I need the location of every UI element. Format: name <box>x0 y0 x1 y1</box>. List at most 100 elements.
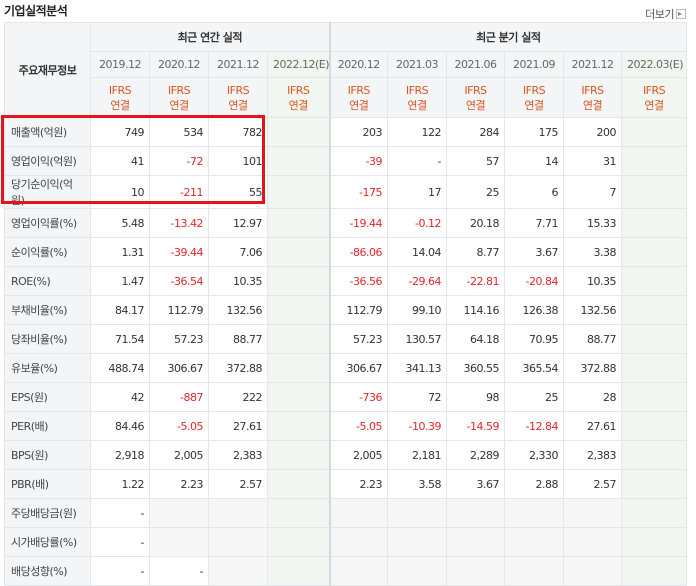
annual-value-cell <box>208 556 268 586</box>
annual-value-cell: 222 <box>208 382 268 412</box>
annual-value-cell: 1.22 <box>90 469 150 499</box>
quarter-value-cell: 122 <box>387 117 448 147</box>
quarter-value-cell: 70.95 <box>504 324 565 354</box>
ifrs-label: IFRS <box>347 83 371 97</box>
annual-value-cell: -72 <box>149 146 209 176</box>
quarter-value-cell <box>328 527 389 557</box>
annual-value-cell: 27.61 <box>208 411 268 441</box>
quarter-value-cell <box>563 527 623 557</box>
quarter-value-cell: 3.67 <box>504 237 565 267</box>
section-title: 기업실적분석 <box>4 4 68 18</box>
row-label: PBR(배) <box>4 469 91 499</box>
annual-value-cell <box>266 146 331 176</box>
annual-value-cell: 71.54 <box>90 324 150 354</box>
quarter-value-cell: -0.12 <box>387 208 448 238</box>
annual-value-cell <box>266 175 331 209</box>
row-label: 배당성향(%) <box>4 556 91 586</box>
ifrs-basis-header: IFRS 연결 <box>90 77 150 118</box>
annual-value-cell <box>266 237 331 267</box>
table-row: 배당성향(%) - - <box>4 556 688 586</box>
consolidated-label: 연결 <box>407 98 427 112</box>
annual-value-cell <box>266 469 331 499</box>
more-link[interactable]: 더보기 <box>645 6 686 22</box>
quarter-value-cell: 20.18 <box>446 208 506 238</box>
annual-value-cell: -887 <box>149 382 209 412</box>
quarter-period-header: 2021.06 <box>446 51 506 78</box>
annual-value-cell: 1.31 <box>90 237 150 267</box>
quarter-value-cell <box>621 411 688 441</box>
quarter-value-cell: 2.88 <box>504 469 565 499</box>
table-row: 당기순이익(억원) 10 -211 55 -175 17 25 6 7 <box>4 175 688 209</box>
annual-value-cell: 55 <box>208 175 268 209</box>
annual-value-cell: 84.17 <box>90 295 150 325</box>
quarter-value-cell: -86.06 <box>328 237 389 267</box>
quarter-value-cell <box>621 208 688 238</box>
ifrs-label: IFRS <box>522 83 546 97</box>
quarter-value-cell: -22.81 <box>446 266 506 296</box>
ifrs-label: IFRS <box>108 83 132 97</box>
quarter-value-cell: -736 <box>328 382 389 412</box>
annual-value-cell: -13.42 <box>149 208 209 238</box>
quarter-value-cell <box>621 440 688 470</box>
quarter-value-cell: 175 <box>504 117 565 147</box>
quarter-value-cell <box>621 146 688 176</box>
annual-value-cell: - <box>90 498 150 528</box>
ifrs-basis-header: IFRS 연결 <box>504 77 565 118</box>
quarter-value-cell <box>446 527 506 557</box>
quarter-period-header: 2021.09 <box>504 51 565 78</box>
ifrs-basis-header: IFRS 연결 <box>621 77 688 118</box>
quarter-value-cell: 2,383 <box>563 440 623 470</box>
annual-value-cell: 372.88 <box>208 353 268 383</box>
annual-value-cell: - <box>90 527 150 557</box>
consolidated-label: 연결 <box>228 98 248 112</box>
quarter-value-cell <box>621 382 688 412</box>
table-row: 영업이익률(%) 5.48 -13.42 12.97 -19.44 -0.12 20.18 7… <box>4 208 688 238</box>
row-label: 당좌비율(%) <box>4 324 91 354</box>
quarter-value-cell: -14.59 <box>446 411 506 441</box>
quarter-value-cell <box>446 556 506 586</box>
row-label: 부채비율(%) <box>4 295 91 325</box>
quarter-value-cell: 7 <box>563 175 623 209</box>
quarter-value-cell: 284 <box>446 117 506 147</box>
quarter-value-cell: 31 <box>563 146 623 176</box>
quarter-value-cell: 2.23 <box>328 469 389 499</box>
quarter-value-cell <box>387 556 448 586</box>
table-row: PBR(배) 1.22 2.23 2.57 2.23 3.58 3.67 2.88 2.57 <box>4 469 688 499</box>
row-label: 매출액(억원) <box>4 117 91 147</box>
row-label: 시가배당률(%) <box>4 527 91 557</box>
quarter-value-cell <box>387 527 448 557</box>
annual-value-cell: 2.23 <box>149 469 209 499</box>
quarter-value-cell: -20.84 <box>504 266 565 296</box>
quarter-value-cell <box>328 556 389 586</box>
quarter-group-header: 최근 분기 실적 <box>328 22 688 52</box>
annual-group-header: 최근 연간 실적 <box>89 22 331 52</box>
annual-value-cell <box>266 440 331 470</box>
annual-value-cell <box>266 353 331 383</box>
table-row: BPS(원) 2,918 2,005 2,383 2,005 2,181 2,289 2,33… <box>4 440 688 470</box>
row-label: 영업이익률(%) <box>4 208 91 238</box>
quarter-value-cell: 372.88 <box>563 353 623 383</box>
financial-summary-table: 주요재무정보 최근 연간 실적 최근 분기 실적 2019.12 2020.12 2021… <box>4 22 688 586</box>
quarter-value-cell: 2,330 <box>504 440 565 470</box>
quarter-value-cell: 2.57 <box>563 469 623 499</box>
quarter-value-cell: 126.38 <box>504 295 565 325</box>
quarter-value-cell: 200 <box>563 117 623 147</box>
quarter-value-cell: -19.44 <box>328 208 389 238</box>
table-row: 유보율(%) 488.74 306.67 372.88 306.67 341.13 360.… <box>4 353 688 383</box>
annual-value-cell <box>266 382 331 412</box>
quarter-value-cell <box>446 498 506 528</box>
quarter-value-cell: -5.05 <box>328 411 389 441</box>
annual-value-cell: -211 <box>149 175 209 209</box>
annual-value-cell: 2,383 <box>208 440 268 470</box>
quarter-value-cell: 99.10 <box>387 295 448 325</box>
row-label: BPS(원) <box>4 440 91 470</box>
annual-value-cell <box>266 527 331 557</box>
consolidated-label: 연결 <box>349 98 369 112</box>
table-row: 부채비율(%) 84.17 112.79 132.56 112.79 99.10 114.1… <box>4 295 688 325</box>
quarter-value-cell: 112.79 <box>328 295 389 325</box>
annual-value-cell: 12.97 <box>208 208 268 238</box>
quarter-value-cell: 15.33 <box>563 208 623 238</box>
quarter-value-cell: 6 <box>504 175 565 209</box>
row-label: 당기순이익(억원) <box>4 175 91 209</box>
quarter-value-cell: 2,181 <box>387 440 448 470</box>
